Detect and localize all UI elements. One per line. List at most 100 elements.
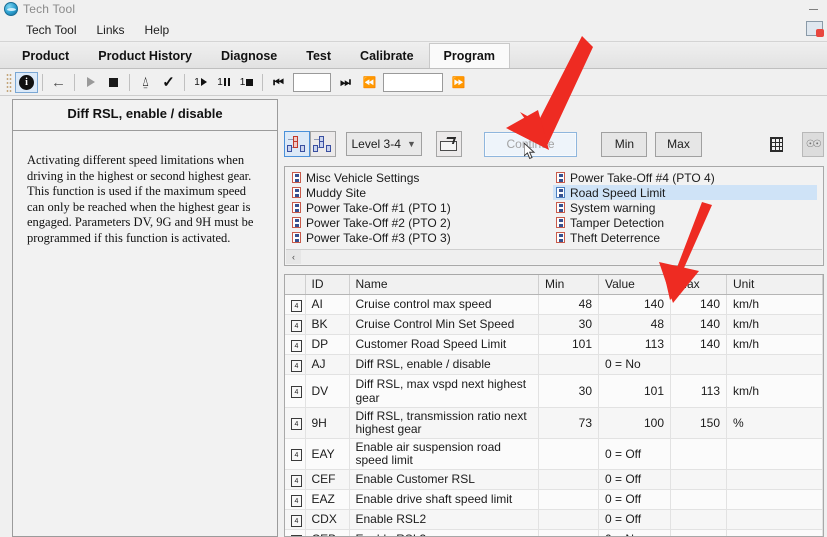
stop-icon[interactable] [102, 72, 125, 93]
collapse-tree-icon[interactable] [309, 131, 336, 157]
column-header-id[interactable]: ID [305, 275, 350, 295]
list-item[interactable]: Muddy Site [289, 185, 553, 200]
cell-value[interactable]: 140 [598, 294, 671, 315]
open-folder-icon[interactable] [435, 131, 462, 157]
list-item[interactable]: System warning [553, 200, 817, 215]
column-header-max[interactable]: Max [670, 275, 727, 295]
cell-id: CDX [305, 509, 350, 530]
parameter-group-list: Misc Vehicle Settings Muddy Site Power T… [284, 166, 824, 266]
column-header-icon[interactable] [285, 275, 306, 295]
list-item[interactable]: Power Take-Off #1 (PTO 1) [289, 200, 553, 215]
table-row[interactable]: 4 CDX Enable RSL2 0 = Off [285, 509, 823, 530]
cell-value[interactable]: 0 = Off [598, 509, 671, 530]
cell-name: Diff RSL, max vspd next highest gear [349, 374, 539, 408]
level-select[interactable]: Level 3-4 ▼ [345, 132, 422, 156]
tab-product[interactable]: Product [8, 43, 84, 68]
cell-value[interactable]: 0 = No [598, 529, 671, 536]
mouse-pointer-icon [523, 141, 538, 161]
list-item[interactable]: Tamper Detection [553, 215, 817, 230]
cell-name: Diff RSL, transmission ratio next highes… [349, 407, 539, 439]
menu-item-tech-tool[interactable]: Tech Tool [16, 20, 86, 40]
param-group-icon [292, 187, 301, 198]
min-button[interactable]: Min [601, 131, 648, 157]
toolbar-separator [184, 73, 185, 91]
list-item[interactable]: Misc Vehicle Settings [289, 170, 553, 185]
table-row[interactable]: 4 BK Cruise Control Min Set Speed 30 48 … [285, 314, 823, 335]
info-icon[interactable]: i [15, 71, 38, 93]
row-icon-cell: 4 [285, 374, 306, 408]
list-item[interactable]: Power Take-Off #2 (PTO 2) [289, 215, 553, 230]
table-row[interactable]: 4 AJ Diff RSL, enable / disable 0 = No [285, 354, 823, 375]
tab-program[interactable]: Program [428, 43, 510, 68]
list-item[interactable]: Power Take-Off #3 (PTO 3) [289, 230, 553, 245]
tab-test[interactable]: Test [292, 43, 346, 68]
cell-id: DP [305, 334, 350, 355]
scroll-left-icon[interactable]: ‹ [286, 250, 301, 264]
toolbar-grip[interactable] [6, 72, 12, 92]
column-header-min[interactable]: Min [538, 275, 599, 295]
play-icon[interactable] [79, 72, 102, 93]
minimize-button[interactable] [801, 0, 827, 18]
table-row[interactable]: 4 9H Diff RSL, transmission ratio next h… [285, 407, 823, 439]
rewind-icon[interactable]: ⏪ [357, 72, 380, 93]
expand-tree-icon[interactable] [284, 131, 310, 157]
menu-item-links[interactable]: Links [86, 20, 134, 40]
cell-value[interactable]: 113 [598, 334, 671, 355]
step-play-icon[interactable]: 1 [189, 72, 212, 93]
cell-id: BK [305, 314, 350, 335]
max-button[interactable]: Max [655, 131, 702, 157]
column-header-unit[interactable]: Unit [726, 275, 823, 295]
folder-glyph [439, 137, 458, 151]
table-row[interactable]: 4 DV Diff RSL, max vspd next highest gea… [285, 374, 823, 408]
grid-view-icon[interactable] [765, 131, 788, 157]
cell-value[interactable]: 48 [598, 314, 671, 335]
check-icon[interactable]: ✓ [157, 72, 180, 93]
notification-icon[interactable] [806, 21, 824, 37]
bulb-icon[interactable]: ⍙ [134, 72, 157, 93]
cell-min [538, 469, 599, 490]
cell-id: CEB [305, 529, 350, 536]
table-row[interactable]: 4 CEF Enable Customer RSL 0 = Off [285, 469, 823, 490]
column-header-value[interactable]: Value [598, 275, 671, 295]
list-item[interactable]: Theft Deterrence [553, 230, 817, 245]
table-row[interactable]: 4 EAY Enable air suspension road speed l… [285, 438, 823, 470]
parameter-table-container[interactable]: ID Name Min Value Max Unit 4 AI Cruise c… [284, 274, 824, 537]
forward-icon[interactable]: ⏩ [446, 72, 469, 93]
cell-value[interactable]: 0 = No [598, 354, 671, 375]
cell-value[interactable]: 0 = Off [598, 438, 671, 470]
next-icon[interactable]: ⏭ [334, 72, 357, 93]
cell-value[interactable]: 100 [598, 407, 671, 439]
column-header-name[interactable]: Name [349, 275, 539, 295]
tab-product-history[interactable]: Product History [84, 43, 207, 68]
param-group-icon [556, 232, 565, 243]
step-field-1[interactable] [293, 72, 331, 92]
title-bar: Tech Tool [0, 0, 827, 18]
step-pause-icon[interactable]: 1 [212, 72, 235, 93]
tab-diagnose[interactable]: Diagnose [207, 43, 292, 68]
cell-name: Diff RSL, enable / disable [349, 354, 539, 375]
window-title: Tech Tool [23, 2, 76, 16]
link-icon[interactable]: ☉☉ [801, 131, 824, 157]
menu-item-help[interactable]: Help [135, 20, 180, 40]
parameter-doc-icon: 4 [291, 473, 307, 488]
horizontal-scrollbar[interactable]: ‹ [286, 249, 822, 264]
cell-value[interactable]: 0 = Off [598, 469, 671, 490]
tab-calibrate[interactable]: Calibrate [346, 43, 429, 68]
list-item[interactable]: Power Take-Off #4 (PTO 4) [553, 170, 817, 185]
table-row[interactable]: 4 AI Cruise control max speed 48 140 140… [285, 294, 823, 315]
param-group-icon [556, 172, 565, 183]
table-row[interactable]: 4 CEB Enable RSL3 0 = No [285, 529, 823, 536]
step-field-2[interactable] [383, 72, 443, 92]
back-arrow-icon[interactable]: ← [47, 72, 70, 93]
cell-min [538, 438, 599, 470]
list-item-road-speed-limit[interactable]: Road Speed Limit [553, 185, 817, 200]
cell-value[interactable]: 0 = Off [598, 489, 671, 510]
panel-title: Diff RSL, enable / disable [67, 106, 223, 121]
table-row[interactable]: 4 DP Customer Road Speed Limit 101 113 1… [285, 334, 823, 355]
first-icon[interactable]: ⏮ [267, 72, 290, 93]
step-stop-icon[interactable]: 1 [235, 72, 258, 93]
toolbar-separator [262, 73, 263, 91]
cell-value[interactable]: 101 [598, 374, 671, 408]
list-item-label: Power Take-Off #4 (PTO 4) [570, 170, 715, 185]
table-row[interactable]: 4 EAZ Enable drive shaft speed limit 0 =… [285, 489, 823, 510]
